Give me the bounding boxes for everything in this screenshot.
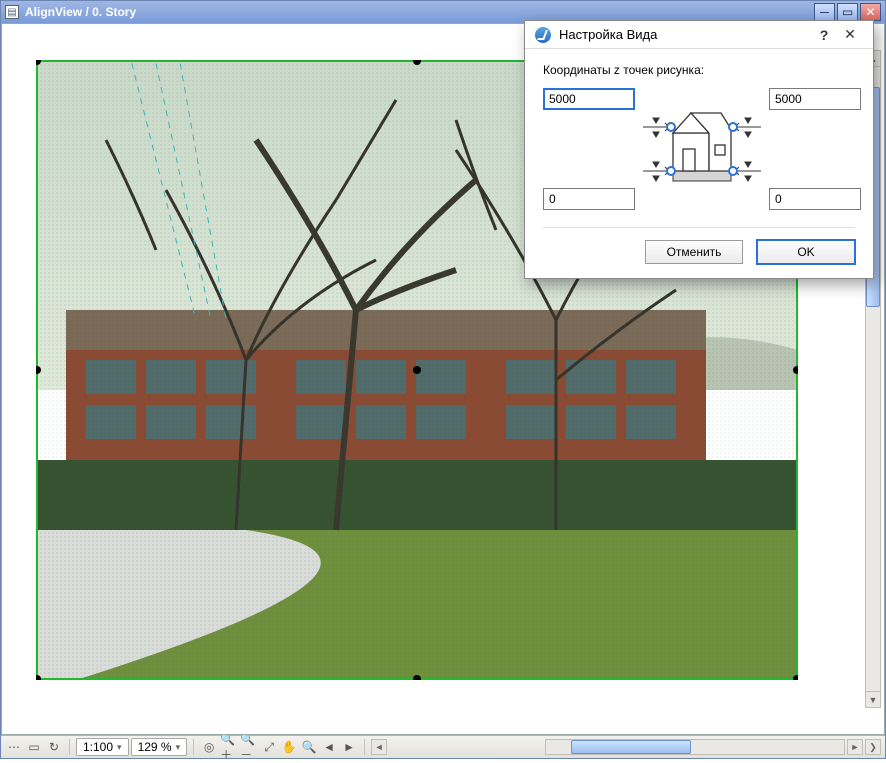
z-top-left-input[interactable] [543,88,635,110]
fit-icon[interactable]: ⤢ [260,738,278,756]
hscroll-thumb[interactable] [571,740,691,754]
archicad-icon [535,27,551,43]
scroll-down-icon[interactable]: ▼ [866,691,880,707]
marquee-icon[interactable]: ▭ [25,738,43,756]
dialog-buttons: Отменить OK [543,240,855,264]
pan-icon[interactable]: ✋ [280,738,298,756]
options-icon[interactable]: ⋯ [5,738,23,756]
refresh-icon[interactable]: ↻ [45,738,63,756]
dialog-close-button[interactable]: ✕ [837,24,863,46]
hscroll-right-icon[interactable]: ► [847,739,863,755]
search-icon[interactable]: 🔍 [300,738,318,756]
zoom-in-icon[interactable]: 🔍＋ [220,738,238,756]
z-coordinates-label: Координаты z точек рисунка: [543,63,855,77]
z-coordinates-grid [543,87,855,211]
bottom-toolbar: ⋯ ▭ ↻ 1:100 129 % ◎ 🔍＋ 🔍－ ⤢ ✋ 🔍 ◄ ► ◄ ► … [1,735,885,758]
zoom-out-icon[interactable]: 🔍－ [240,738,258,756]
window-title: AlignView / 0. Story [25,5,812,19]
horizontal-scrollbar[interactable] [545,739,845,755]
ok-button[interactable]: OK [757,240,855,264]
view-settings-dialog: Настройка Вида ? ✕ Координаты z точек ри… [524,20,874,279]
close-button[interactable]: ✕ [860,3,881,21]
z-bottom-left-input[interactable] [543,188,635,210]
dialog-title: Настройка Вида [559,27,811,42]
help-button[interactable]: ? [811,24,837,46]
cancel-button[interactable]: Отменить [645,240,743,264]
z-bottom-right-input[interactable] [769,188,861,210]
scale-value: 1:100 [83,740,113,754]
scale-field[interactable]: 1:100 [76,738,129,756]
app-icon [5,5,19,19]
hscroll-end-icon[interactable]: ❯ [865,739,881,755]
house-diagram [643,105,761,193]
dialog-body: Координаты z точек рисунка: [525,49,873,278]
maximize-button[interactable]: ▭ [837,3,858,21]
z-top-right-input[interactable] [769,88,861,110]
zoom-value: 129 % [138,740,172,754]
zoom-field[interactable]: 129 % [131,738,188,756]
history-back-icon[interactable]: ◄ [320,738,338,756]
target-icon[interactable]: ◎ [200,738,218,756]
hscroll-left-icon[interactable]: ◄ [371,739,387,755]
dialog-titlebar[interactable]: Настройка Вида ? ✕ [525,21,873,49]
divider [543,227,855,228]
history-fwd-icon[interactable]: ► [340,738,358,756]
minimize-button[interactable]: － [814,3,835,21]
